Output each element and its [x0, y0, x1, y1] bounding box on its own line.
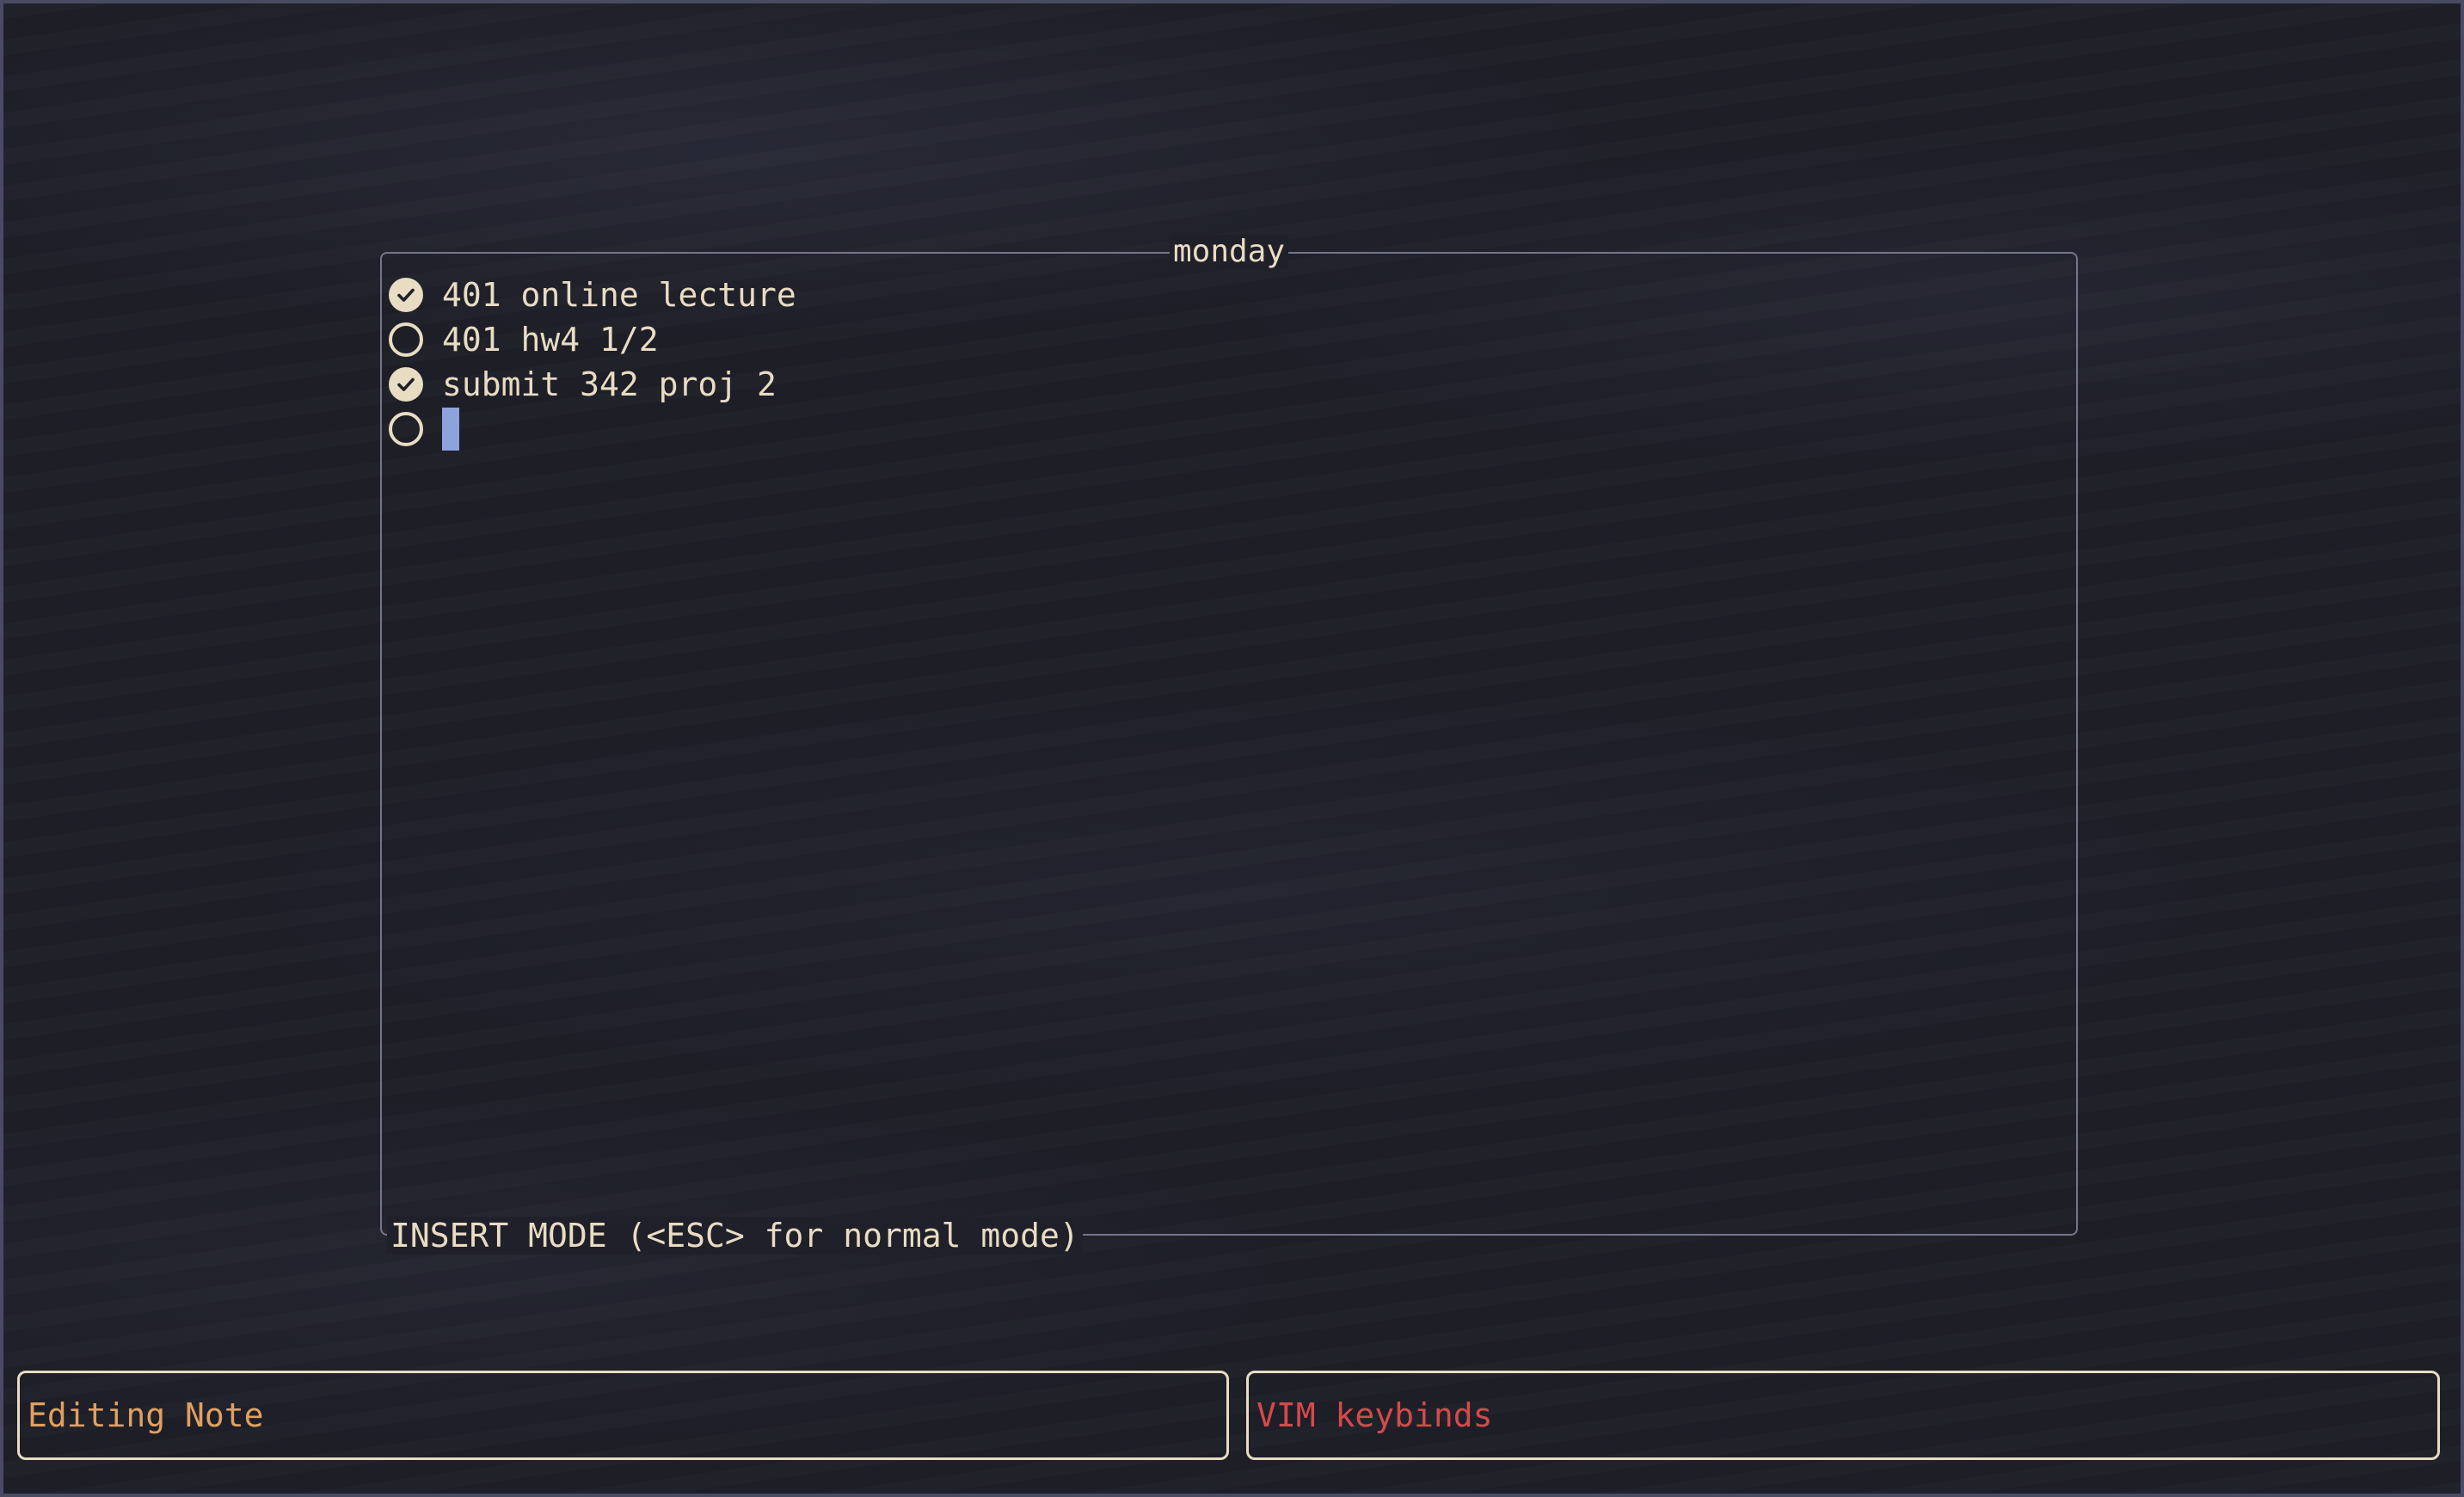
status-editing-note: Editing Note: [17, 1371, 1229, 1460]
text-cursor: [442, 408, 459, 451]
todo-item[interactable]: 401 online lecture: [389, 273, 796, 317]
todo-item[interactable]: submit 342 proj 2: [389, 362, 796, 407]
note-editor-panel[interactable]: monday 401 online lecture 401 hw4 1/2 su…: [380, 235, 2078, 1255]
app-window: monday 401 online lecture 401 hw4 1/2 su…: [0, 0, 2464, 1497]
empty-circle-icon[interactable]: [389, 412, 423, 446]
mode-indicator: INSERT MODE (<ESC> for normal mode): [387, 1217, 1083, 1255]
todo-list: 401 online lecture 401 hw4 1/2 submit 34…: [389, 273, 796, 451]
check-circle-icon[interactable]: [389, 367, 423, 402]
empty-circle-icon[interactable]: [389, 322, 423, 357]
todo-item[interactable]: 401 hw4 1/2: [389, 317, 796, 362]
todo-item-editing[interactable]: [389, 407, 796, 451]
note-title: monday: [1169, 235, 1289, 269]
todo-text[interactable]: 401 online lecture: [442, 273, 796, 317]
todo-text[interactable]: 401 hw4 1/2: [442, 317, 659, 362]
status-vim-keybinds: VIM keybinds: [1246, 1371, 2440, 1460]
todo-text[interactable]: submit 342 proj 2: [442, 362, 777, 407]
check-circle-icon[interactable]: [389, 278, 423, 312]
